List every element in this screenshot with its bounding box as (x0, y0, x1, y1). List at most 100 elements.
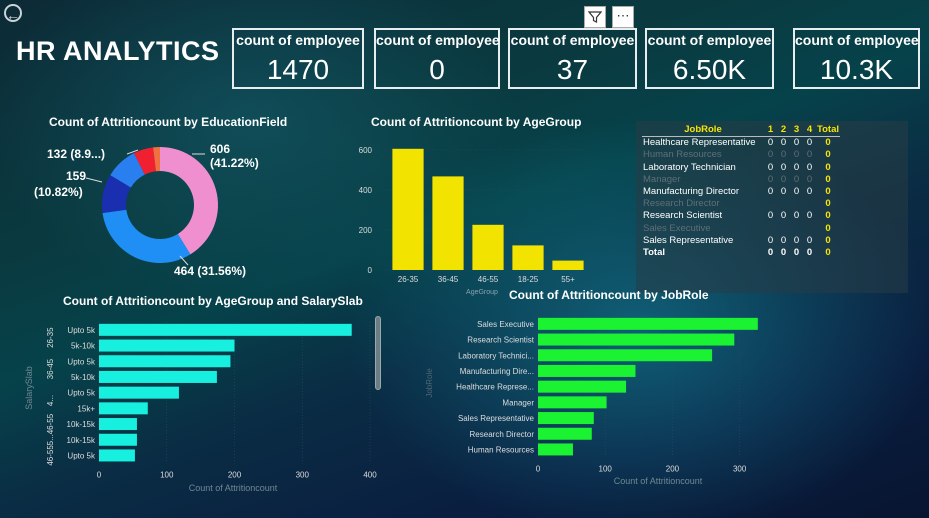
kpi-value: 6.50K (672, 54, 747, 85)
bar-jobrole[interactable] (538, 333, 735, 346)
agegroup-x-axis-title: AgeGroup (466, 289, 498, 296)
bar-jobrole[interactable] (538, 364, 636, 377)
y-tick-label: Research Scientist (467, 336, 534, 345)
agegroup-group-label: 46-55 (46, 413, 55, 434)
kpi-card-5[interactable]: count of employee 10.3K (793, 28, 920, 89)
matrix-header-4: 4 (803, 124, 816, 138)
donut-slice[interactable] (102, 209, 191, 263)
bar-jobrole[interactable] (538, 380, 627, 393)
matrix-row-label: Laboratory Technician (643, 161, 736, 173)
kpi-value: 1470 (266, 54, 330, 85)
agegroup-bar-chart[interactable]: 0 200 400 600 26-35 36-45 46-55 18-25 55+ AgeGro… (340, 130, 610, 300)
bar-salaryslab[interactable] (99, 323, 352, 336)
bar-salaryslab[interactable] (99, 402, 148, 415)
matrix-cell (790, 198, 803, 210)
salaryslab-bar-chart[interactable]: 0 100 200 300 400 Upto 5k 5k-10k Upto 5k 5k-10k U… (20, 312, 380, 494)
bar-jobrole[interactable] (538, 443, 573, 456)
matrix-cell: 0 (806, 186, 813, 198)
kpi-card-2[interactable]: count of employee 0 (374, 28, 500, 89)
y-tick-label: Healthcare Represe... (456, 383, 534, 392)
y-tick-label: 200 (359, 226, 373, 235)
matrix-cell (764, 198, 777, 210)
y-tick-label: 5k-10k (71, 342, 96, 351)
matrix-cell: 0 (793, 173, 800, 185)
matrix-row[interactable]: Human Resources 0 0 0 0 0 (642, 149, 840, 161)
salaryslab-y-axis-title: SalarySlab (24, 366, 34, 410)
matrix-cell: 0 (793, 247, 800, 259)
donut-chart[interactable]: 606 (41.22%) 464 (31.56%) 159 (10.82%) 1… (30, 130, 290, 285)
agegroup-group-label: 36-45 (46, 358, 55, 379)
matrix-row-total: 0 (825, 161, 831, 173)
matrix-row-total: 0 (825, 137, 831, 149)
bar-salaryslab[interactable] (99, 449, 135, 462)
kpi-card-1[interactable]: count of employee 1470 (232, 28, 364, 89)
matrix-cell: 0 (780, 161, 787, 173)
matrix-cell: 0 (780, 186, 787, 198)
bar-jobrole[interactable] (538, 349, 713, 362)
more-options-icon: ⋯ (616, 8, 630, 23)
filter-button[interactable] (584, 6, 606, 28)
matrix-cell: 0 (806, 173, 813, 185)
bar-agegroup[interactable] (552, 260, 584, 270)
y-tick-label: 10k-15k (67, 420, 96, 429)
jobrole-matrix[interactable]: JobRole 1 2 3 4 Total Healthcare Represe… (636, 121, 908, 293)
kpi-card-3[interactable]: count of employee 37 (508, 28, 637, 89)
matrix-row[interactable]: Manufacturing Director 0 0 0 0 0 (642, 186, 840, 198)
bar-salaryslab[interactable] (99, 433, 137, 446)
bar-salaryslab[interactable] (99, 355, 231, 368)
chart-title-jobrole: Count of Attritioncount by JobRole (509, 288, 709, 302)
matrix-row-total: 0 (825, 210, 831, 222)
matrix-header-1: 1 (764, 124, 777, 138)
jobrole-bar-chart[interactable]: 0 100 200 300 Sales Executive Research Scient… (420, 308, 780, 490)
bar-salaryslab[interactable] (99, 386, 179, 399)
x-tick-label: 200 (666, 464, 680, 473)
matrix-cell: 0 (767, 137, 774, 149)
jobrole-y-axis-title: JobRole (425, 368, 434, 398)
matrix-cell: 0 (793, 149, 800, 161)
kpi-value: 37 (556, 54, 589, 85)
chart-title-agegroup: Count of Attritioncount by AgeGroup (371, 115, 582, 129)
matrix-row[interactable]: Research Scientist 0 0 0 0 0 (642, 210, 840, 222)
bar-salaryslab[interactable] (99, 339, 235, 352)
kpi-label: count of employee (795, 32, 919, 48)
jobrole-x-axis-title: Count of Attritioncount (614, 476, 703, 486)
matrix-cell: 0 (780, 234, 787, 246)
matrix-cell: 0 (793, 210, 800, 222)
back-button[interactable]: ← (4, 4, 22, 23)
bar-jobrole[interactable] (538, 396, 607, 409)
bar-agegroup[interactable] (472, 224, 504, 270)
bar-jobrole[interactable] (538, 427, 592, 440)
kpi-card-4[interactable]: count of employee 6.50K (645, 28, 774, 89)
x-tick-label: 0 (536, 464, 541, 473)
back-arrow-icon: ← (6, 7, 20, 23)
bar-agegroup[interactable] (432, 176, 464, 270)
matrix-cell: 0 (806, 137, 813, 149)
matrix-row-total: 0 (825, 234, 831, 246)
bar-salaryslab[interactable] (99, 370, 217, 383)
bar-jobrole[interactable] (538, 317, 758, 330)
x-tick-label: 300 (733, 464, 747, 473)
salaryslab-scrollbar[interactable] (375, 316, 381, 390)
kpi-label: count of employee (647, 32, 772, 48)
matrix-cell: 0 (767, 161, 774, 173)
matrix-total-row[interactable]: Total 0 0 0 0 0 (642, 247, 840, 259)
y-tick-label: Upto 5k (67, 389, 96, 398)
more-options-button[interactable]: ⋯ (612, 6, 634, 28)
kpi-value: 10.3K (819, 54, 894, 85)
matrix-cell (803, 198, 816, 210)
bar-agegroup[interactable] (512, 245, 544, 270)
matrix-row[interactable]: Laboratory Technician 0 0 0 0 0 (642, 162, 840, 174)
matrix-row[interactable]: Manager 0 0 0 0 0 (642, 174, 840, 186)
matrix-cell (777, 198, 790, 210)
matrix-row[interactable]: Sales Representative 0 0 0 0 0 (642, 235, 840, 247)
donut-pct-159: (10.82%) (34, 185, 83, 199)
matrix-row[interactable]: Healthcare Representative 0 0 0 0 0 (642, 137, 840, 150)
matrix-row[interactable]: Research Director 0 (642, 198, 840, 210)
y-tick-label: 600 (359, 146, 373, 155)
bar-agegroup[interactable] (392, 148, 424, 270)
bar-salaryslab[interactable] (99, 418, 137, 431)
bar-jobrole[interactable] (538, 412, 594, 425)
donut-pct-606: (41.22%) (210, 156, 259, 170)
matrix-row[interactable]: Sales Executive 0 (642, 223, 840, 235)
matrix-row-label: Manager (643, 173, 681, 185)
